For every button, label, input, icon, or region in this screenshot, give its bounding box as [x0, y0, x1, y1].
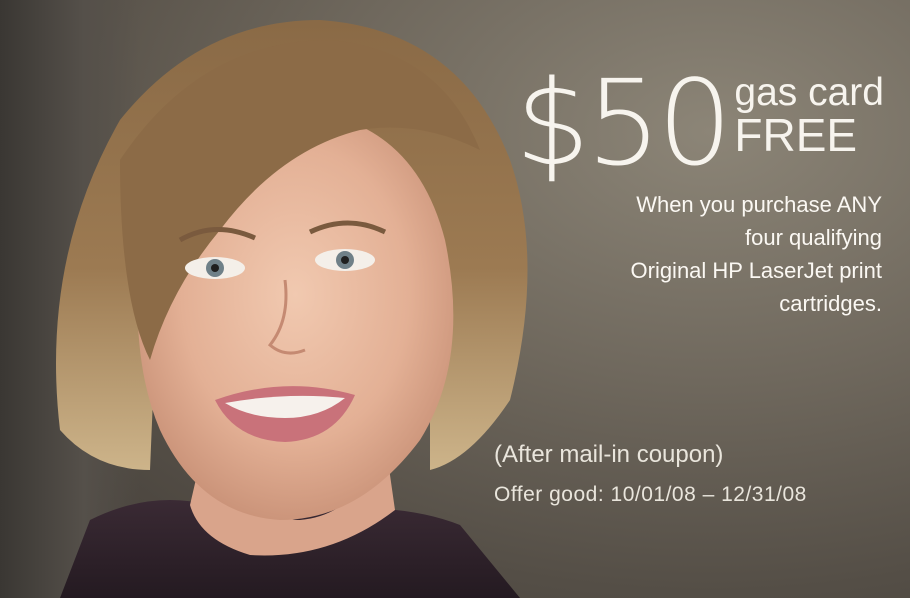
offer-line: four qualifying [745, 225, 882, 250]
offer-line: When you purchase ANY [636, 192, 882, 217]
woman-portrait-photo [56, 20, 528, 598]
gas-card-label-group: gas card FREE [734, 71, 884, 161]
gas-card-amount: $50 [515, 54, 732, 192]
headline: $50 gas card FREE [515, 54, 884, 192]
free-label: FREE [734, 109, 858, 161]
gas-card-label: gas card [734, 71, 884, 114]
coupon-note: (After mail-in coupon) [494, 441, 724, 468]
promo-banner: $50 gas card FREE When you purchase ANY … [0, 0, 910, 598]
offer-line: cartridges. [779, 291, 882, 316]
offer-line: Original HP LaserJet print [630, 258, 883, 283]
offer-dates: Offer good: 10/01/08 – 12/31/08 [494, 483, 807, 506]
offer-description: When you purchase ANY four qualifying Or… [542, 188, 883, 320]
